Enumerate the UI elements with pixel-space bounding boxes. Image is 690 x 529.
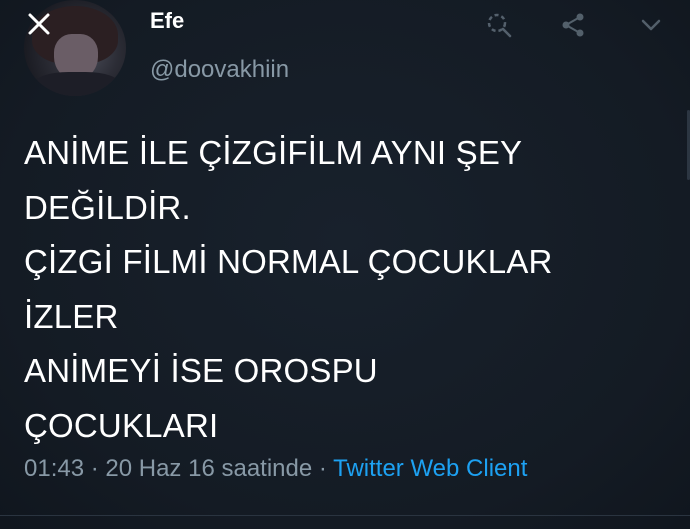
close-icon — [28, 13, 50, 35]
tweet-meta: 01:43 · 20 Haz 16 saatinde · Twitter Web… — [24, 455, 527, 483]
tweet-time[interactable]: 01:43 — [24, 455, 84, 482]
divider — [0, 515, 690, 516]
avatar-collar — [34, 72, 120, 96]
tweet-client-link[interactable]: Twitter Web Client — [333, 455, 527, 482]
zoom-icon — [487, 13, 512, 38]
tweet-line: ÇİZGİ FİLMİ NORMAL ÇOCUKLAR — [24, 243, 553, 280]
display-name[interactable]: Efe — [150, 8, 184, 34]
tweet-detail: Efe @doovakhiin ANİME İLE ÇİZGİFİLM AYNI… — [0, 0, 690, 529]
user-handle[interactable]: @doovakhiin — [150, 56, 289, 84]
tweet-line: ÇOCUKLARI — [24, 406, 219, 444]
tweet-line: İZLER — [24, 297, 119, 335]
meta-separator: · — [312, 455, 334, 482]
tweet-line: ANİMEYİ İSE OROSPU — [24, 352, 378, 389]
share-icon — [562, 13, 584, 37]
chevron-down-icon — [641, 19, 661, 31]
share-button[interactable] — [556, 8, 590, 42]
close-button[interactable] — [24, 9, 54, 39]
tweet-date[interactable]: 20 Haz 16 saatinde — [105, 455, 312, 482]
meta-separator: · — [84, 455, 106, 482]
tweet-text: ANİME İLE ÇİZGİFİLM AYNI ŞEY DEĞİLDİR. Ç… — [24, 126, 674, 453]
menu-button[interactable] — [634, 8, 668, 42]
tweet-line: ANİME İLE ÇİZGİFİLM AYNI ŞEY — [24, 134, 523, 171]
tweet-line: DEĞİLDİR. — [24, 188, 191, 226]
zoom-button[interactable] — [482, 8, 516, 42]
